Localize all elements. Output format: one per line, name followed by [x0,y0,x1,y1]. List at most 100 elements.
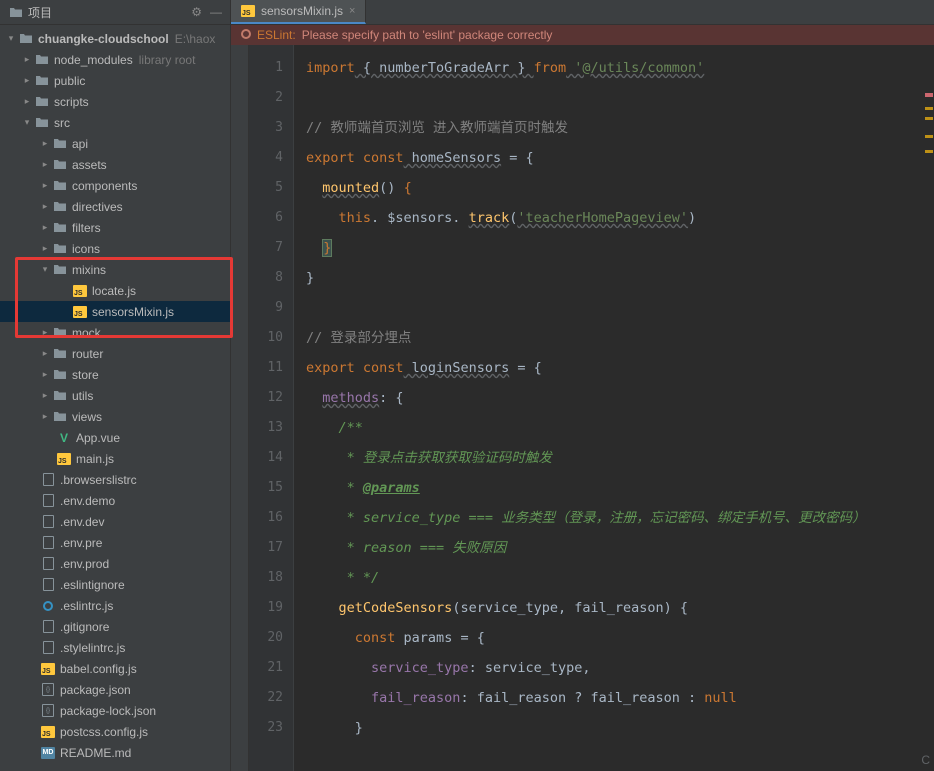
tree-folder-utils[interactable]: ▸utils [0,385,230,406]
tree-folder-node-modules[interactable]: ▸ node_modules library root [0,49,230,70]
folder-icon [52,201,68,212]
project-sidebar: 项目 ⚙ — ▾ chuangke-cloudschool E:\haox ▸ … [0,0,231,771]
js-file-icon: JS [72,306,88,318]
tree-label: mock [72,326,101,340]
code-editor[interactable]: import { numberToGradeArr } from '@/util… [294,45,934,771]
folder-icon [52,327,68,338]
tree-folder-router[interactable]: ▸router [0,343,230,364]
close-icon[interactable]: × [349,5,355,17]
tree-file-eslintignore[interactable]: .eslintignore [0,574,230,595]
folder-icon [34,54,50,65]
line-number: 21 [249,653,283,683]
chevron-right-icon: ▸ [40,201,50,212]
eslint-message: Please specify path to 'eslint' package … [302,28,553,42]
folder-icon [52,348,68,359]
tree-folder-mixins[interactable]: ▾mixins [0,259,230,280]
tree-label: api [72,137,88,151]
tree-folder-directives[interactable]: ▸directives [0,196,230,217]
line-number: 19 [249,593,283,623]
line-number: 15 [249,473,283,503]
line-number: 6 [249,203,283,233]
tree-file-packagelock[interactable]: {}package-lock.json [0,700,230,721]
folder-icon [18,33,34,44]
gear-icon[interactable]: ⚙ [191,5,202,19]
tree-label: package.json [60,683,131,697]
line-number: 14 [249,443,283,473]
chevron-right-icon: ▸ [40,243,50,254]
js-file-icon: JS [40,663,56,675]
line-number: 8 [249,263,283,293]
warning-marker-icon [925,117,933,120]
tree-folder-assets[interactable]: ▸ assets [0,154,230,175]
chevron-down-icon: ▾ [6,33,16,44]
tree-file-browserslistrc[interactable]: .browserslistrc [0,469,230,490]
tree-root[interactable]: ▾ chuangke-cloudschool E:\haox [0,28,230,49]
tree-folder-store[interactable]: ▸ store [0,364,230,385]
tree-folder-components[interactable]: ▸components [0,175,230,196]
chevron-right-icon: ▸ [40,411,50,422]
tree-label: assets [72,158,107,172]
tree-file-envpre[interactable]: .env.pre [0,532,230,553]
folder-icon [52,411,68,422]
tree-file-babelconfig[interactable]: JS babel.config.js [0,658,230,679]
tree-file-readme[interactable]: MDREADME.md [0,742,230,763]
folder-icon [52,159,68,170]
tree-folder-src[interactable]: ▾src [0,112,230,133]
line-number: 4 [249,143,283,173]
tree-folder-views[interactable]: ▸ views [0,406,230,427]
tree-file-packagejson[interactable]: {}package.json [0,679,230,700]
line-number: 23 [249,713,283,743]
line-number: 2 [249,83,283,113]
tree-file-envprod[interactable]: .env.prod [0,553,230,574]
tab-label: sensorsMixin.js [261,4,343,18]
collapse-icon[interactable]: — [210,5,222,19]
line-number: 3 [249,113,283,143]
project-folder-icon [8,7,24,18]
tree-file-stylelintrc[interactable]: .stylelintrc.js [0,637,230,658]
line-number: 7 [249,233,283,263]
tree-folder-icons[interactable]: ▸ icons [0,238,230,259]
tree-label: store [72,368,99,382]
tree-label: .env.demo [60,494,115,508]
tree-label: .eslintignore [60,578,125,592]
folder-icon [52,264,68,275]
folder-icon [34,75,50,86]
tree-folder-mock[interactable]: ▸mock [0,322,230,343]
warning-marker-icon [925,107,933,110]
tree-label: postcss.config.js [60,725,148,739]
json-file-icon: {} [40,704,56,717]
tree-file-gitignore[interactable]: .gitignore [0,616,230,637]
tree-file-mainjs[interactable]: JSmain.js [0,448,230,469]
js-file-icon: JS [241,4,255,18]
tree-label: src [54,116,70,130]
tree-file-postcss[interactable]: JSpostcss.config.js [0,721,230,742]
line-number: 1 [249,53,283,83]
tree-file-locate[interactable]: JSlocate.js [0,280,230,301]
chevron-down-icon: ▾ [40,264,50,275]
tree-folder-public[interactable]: ▸public [0,70,230,91]
tree-file-sensorsmixin[interactable]: JS sensorsMixin.js [0,301,230,322]
chevron-right-icon: ▸ [40,348,50,359]
tree-label: utils [72,389,93,403]
folder-icon [52,138,68,149]
tree-file-envdemo[interactable]: .env.demo [0,490,230,511]
tree-label: sensorsMixin.js [92,305,174,319]
tab-sensorsmixin[interactable]: JS sensorsMixin.js × [231,0,366,24]
chevron-right-icon: ▸ [40,369,50,380]
line-number: 13 [249,413,283,443]
file-icon [40,641,56,654]
tree-folder-api[interactable]: ▸api [0,133,230,154]
tree-label: .env.prod [60,557,109,571]
tree-file-envdev[interactable]: .env.dev [0,511,230,532]
tree-label: babel.config.js [60,662,137,676]
tree-file-appvue[interactable]: VApp.vue [0,427,230,448]
tree-label: views [72,410,102,424]
tree-file-eslintrcjs[interactable]: .eslintrc.js [0,595,230,616]
tree-label: icons [72,242,100,256]
tree-label: public [54,74,85,88]
tree-folder-scripts[interactable]: ▸scripts [0,91,230,112]
tree-folder-filters[interactable]: ▸filters [0,217,230,238]
folder-icon [52,243,68,254]
chevron-right-icon: ▸ [40,159,50,170]
line-number: 5 [249,173,283,203]
